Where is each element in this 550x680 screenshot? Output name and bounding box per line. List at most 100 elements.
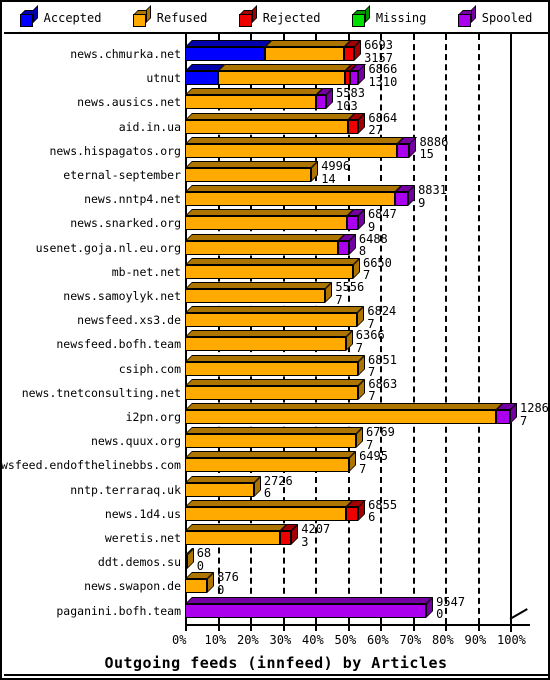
bar-value-labels: 6650 7: [363, 257, 392, 282]
bar-segment-top-refused: [185, 257, 360, 265]
bars-canvas: 6693 3157 6866 1310 5583 103 6864 27 8886 15 4996 1…: [185, 34, 550, 634]
bar-segment-top-refused: [185, 451, 357, 459]
bar-segment-top-spooled: [185, 596, 434, 604]
bar-secondary-value: 7: [368, 389, 376, 404]
bar-segment-refused: [185, 482, 254, 497]
bar-value-labels: 128667: [520, 402, 550, 427]
bar-segment-top-refused: [185, 136, 404, 144]
bar-value-labels: 4996 14: [321, 160, 350, 185]
bar-segment-refused: [185, 143, 397, 158]
bar-secondary-value: 7: [359, 461, 367, 476]
bar-secondary-value: 7: [520, 413, 528, 428]
bar-total-value: 4207: [301, 522, 331, 536]
bar-segment-refused: [218, 71, 345, 86]
bar-segment-refused: [185, 119, 349, 134]
bar-segment-refused: [185, 410, 497, 424]
bar-segment-top-refused: [185, 354, 366, 362]
legend-label: Refused: [156, 11, 208, 25]
bar-segment-rejected: [344, 47, 355, 61]
cube-icon-refused: [132, 4, 151, 27]
bar-segment-refused: [185, 313, 358, 328]
bar-segment-refused: [185, 506, 346, 521]
bar-total-value: 12866: [520, 401, 550, 415]
bar-segment-refused: [185, 579, 208, 594]
bar-segment-spooled: [346, 216, 358, 231]
bar-segment-refused: [185, 240, 339, 255]
bar-secondary-value: 14: [321, 171, 336, 186]
bar-secondary-value: 7: [335, 292, 343, 307]
bar-segment-spooled: [338, 240, 349, 255]
bar-segment-top-refused: [185, 161, 319, 168]
bar-secondary-value: 3: [301, 534, 309, 549]
y-axis-label: usenet.goja.nl.eu.org: [35, 240, 181, 255]
bar-total-value: 6693: [364, 38, 393, 52]
gridline-70: [412, 34, 415, 624]
chart-legend: Accepted Refused Rejected Missing Spooled: [4, 4, 548, 34]
gridline-90: [477, 34, 480, 624]
bar-segment-spooled: [185, 603, 427, 618]
bar-segment-spooled: [396, 143, 410, 158]
legend-label: Accepted: [43, 11, 102, 25]
y-axis-label: utnut: [146, 71, 181, 86]
bar-segment-top-refused: [185, 499, 353, 507]
y-axis-label: news.swapon.de: [84, 579, 181, 594]
bar-secondary-value: 0: [196, 558, 204, 573]
x-axis-tick-label: 80%: [432, 633, 454, 647]
y-axis-label: newsfeed.endofthelinebbs.com: [0, 458, 181, 473]
x-axis-tick-label: 30%: [269, 633, 292, 647]
bar-segment-top-refused: [264, 40, 352, 47]
bar-value-labels: 8886 15: [419, 136, 448, 161]
x-axis-tick-label: 10%: [204, 633, 227, 647]
bar-segment-refused: [185, 434, 356, 449]
y-axis-label: news.ausics.net: [77, 95, 181, 110]
y-axis-label: mb-net.net: [111, 264, 181, 279]
y-axis-label: news.snarked.org: [70, 216, 181, 231]
x-tick-mark: [282, 626, 285, 631]
bar-segment-refused: [264, 47, 345, 61]
legend-item-rejected: Rejected: [238, 4, 321, 27]
bar-total-value: 8831: [418, 183, 447, 198]
bar-segment-top-refused: [185, 524, 287, 531]
bar-secondary-value: 1310: [368, 74, 398, 89]
bar-segment-top-refused: [185, 233, 346, 241]
bar-segment-top-refused: [185, 427, 363, 435]
bar-segment-refused: [185, 289, 326, 303]
y-axis-label: csiph.com: [118, 361, 181, 376]
y-axis-right-line: [510, 34, 512, 632]
x-tick-mark: [315, 626, 317, 631]
bar-value-labels: 876 0: [217, 571, 239, 596]
bar-segment-top-refused: [185, 88, 324, 96]
x-axis-tick-label: 100%: [497, 633, 526, 647]
cube-icon-spooled: [457, 4, 476, 27]
y-axis-label: i2pn.org: [125, 410, 181, 424]
bar-segment-top-refused: [185, 306, 365, 314]
chart-title: Outgoing feeds (innfeed) by Articles: [104, 654, 448, 672]
y-axis-label: aid.in.ua: [118, 119, 181, 134]
bar-segment-spooled: [496, 410, 510, 424]
y-axis-label: news.samoylyk.net: [63, 289, 181, 303]
bar-segment-refused: [185, 216, 347, 231]
bar-value-labels: 6847 9: [368, 208, 397, 233]
bar-value-labels: 6863 7: [368, 378, 397, 403]
legend-label: Missing: [375, 11, 427, 25]
bar-value-labels: 6855 6: [368, 499, 397, 524]
bar-segment-top-refused: [185, 378, 366, 386]
x-axis-tick-label: 40%: [302, 633, 324, 647]
bar-value-labels: 9547 0: [436, 596, 465, 621]
legend-label: Spooled: [481, 11, 533, 25]
bar-segment-spooled: [395, 192, 409, 207]
bar-secondary-value: 0: [217, 582, 225, 597]
bar-value-labels: 6366 7: [356, 329, 385, 354]
x-axis-tick-label: 0%: [172, 633, 187, 647]
bar-value-labels: 5556 7: [335, 281, 364, 306]
bar-total-value: 4996: [321, 159, 351, 173]
legend-label: Rejected: [262, 11, 321, 25]
x-axis-tick-label: 20%: [237, 633, 259, 647]
bar-segment-rejected: [345, 506, 359, 521]
y-axis-label: news.chmurka.net: [70, 47, 181, 61]
y-axis-label: paganini.bofh.team: [56, 603, 181, 618]
bar-value-labels: 6769 7: [366, 426, 395, 451]
x-tick-mark: [250, 626, 252, 631]
bar-value-labels: 6824 7: [367, 305, 396, 330]
bar-secondary-value: 9: [418, 195, 426, 210]
